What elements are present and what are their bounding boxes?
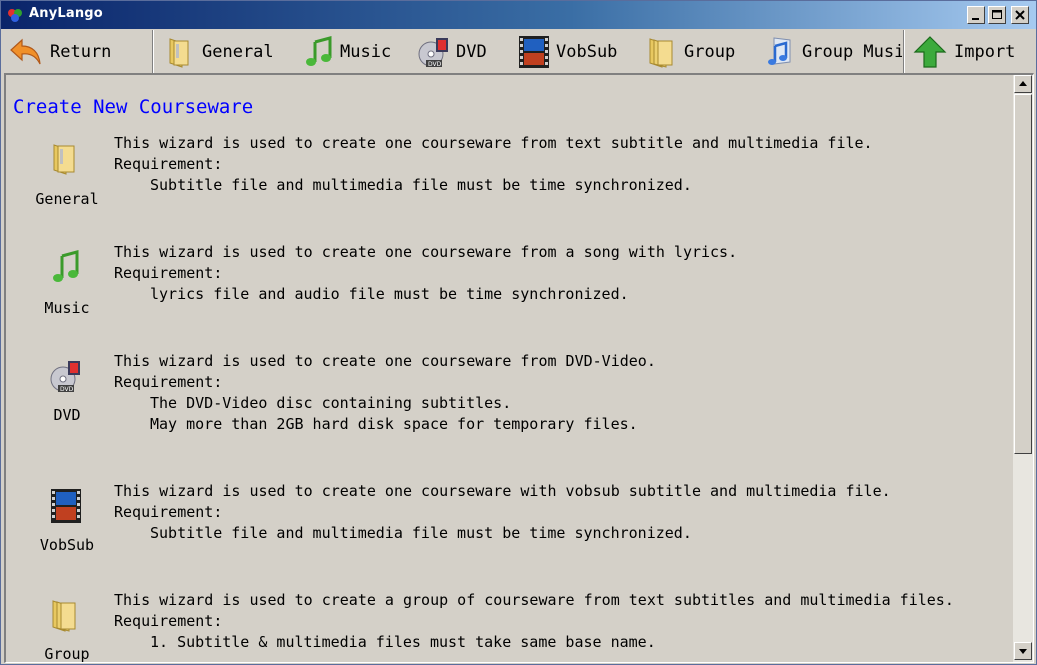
wizard-name[interactable]: General [7,190,127,208]
toolbar: Return General Music DVD DVD VobSub Grou… [4,30,1034,73]
requirement-item: lyrics file and audio file must be time … [150,285,629,303]
dvd-icon[interactable]: DVD [48,357,84,395]
requirement-label: Requirement: [114,612,223,630]
requirement-item: The DVD-Video disc containing subtitles. [150,394,512,412]
vobsub-label: VobSub [556,41,618,62]
app-logo-icon [8,9,22,22]
wizard-description: This wizard is used to create a group of… [114,591,954,609]
requirement-label: Requirement: [114,264,223,282]
general-label: General [202,41,274,62]
requirement-label: Requirement: [114,155,223,173]
requirement-label: Requirement: [114,373,223,391]
group-music-button[interactable]: Group Musi [762,30,902,73]
content-area: Create New Courseware General This wizar… [4,73,1034,663]
maximize-button[interactable] [988,6,1006,24]
music-label: Music [340,41,392,62]
svg-text:DVD: DVD [60,386,74,393]
arrow-up-icon [1019,81,1027,86]
scroll-up-button[interactable] [1014,75,1032,93]
requirement-item: Subtitle file and multimedia file must b… [150,524,692,542]
requirement-item: Subtitle file and multimedia file must b… [150,176,692,194]
scroll-thumb[interactable] [1014,94,1032,454]
group-label: Group [684,41,736,62]
music-group-icon [768,36,791,65]
wizard-name[interactable]: Music [7,299,127,317]
requirement-item: May more than 2GB hard disk space for te… [150,415,638,433]
return-arrow-icon [10,38,41,64]
wizard-name[interactable]: Group [7,645,127,662]
folder-icon [169,37,189,68]
wizard-name[interactable]: DVD [7,406,127,424]
return-label: Return [50,41,112,62]
close-icon [1015,10,1025,20]
window-title: AnyLango [29,6,103,21]
folder-group-icon [649,37,673,68]
scroll-down-button[interactable] [1014,642,1032,660]
wizard-description: This wizard is used to create one course… [114,352,656,370]
wizard-description: This wizard is used to create one course… [114,134,873,152]
toolbar-separator [903,30,905,73]
toolbar-separator [152,30,154,73]
import-label: Import [954,41,1016,62]
arrow-down-icon [1019,649,1027,654]
requirement-item: 1. Subtitle & multimedia files must take… [150,633,656,651]
return-button[interactable]: Return [8,30,148,73]
content-scroll-region: Create New Courseware General This wizar… [6,75,1011,662]
music-button[interactable]: Music [302,30,402,73]
general-button[interactable]: General [162,30,282,73]
dvd-label: DVD [456,41,487,62]
maximize-icon [992,10,1002,19]
app-window: AnyLango Return General Music DVD DVD Vo… [0,0,1037,665]
wizard-description: This wizard is used to create one course… [114,482,891,500]
title-bar[interactable]: AnyLango [1,1,1036,29]
wizard-name[interactable]: VobSub [7,536,127,554]
import-arrow-icon [913,35,947,68]
group-music-label: Group Musi [802,41,902,62]
requirement-label: Requirement: [114,503,223,521]
folder-icon[interactable] [48,139,84,177]
group-button[interactable]: Group [644,30,754,73]
dvd-button[interactable]: DVD DVD [416,30,506,73]
film-icon [519,35,549,68]
folder-icon[interactable] [48,596,84,634]
music-note-icon[interactable] [50,248,86,286]
music-note-icon [306,35,332,66]
minimize-icon [972,18,979,20]
import-button[interactable]: Import [912,30,1030,73]
close-button[interactable] [1011,6,1029,24]
vobsub-button[interactable]: VobSub [516,30,636,73]
dvd-icon: DVD [418,37,448,68]
wizard-description: This wizard is used to create one course… [114,243,738,261]
svg-text:DVD: DVD [428,61,442,68]
minimize-button[interactable] [967,6,985,24]
film-icon[interactable] [48,487,84,525]
page-title: Create New Courseware [13,96,254,118]
vertical-scrollbar[interactable] [1013,75,1033,662]
